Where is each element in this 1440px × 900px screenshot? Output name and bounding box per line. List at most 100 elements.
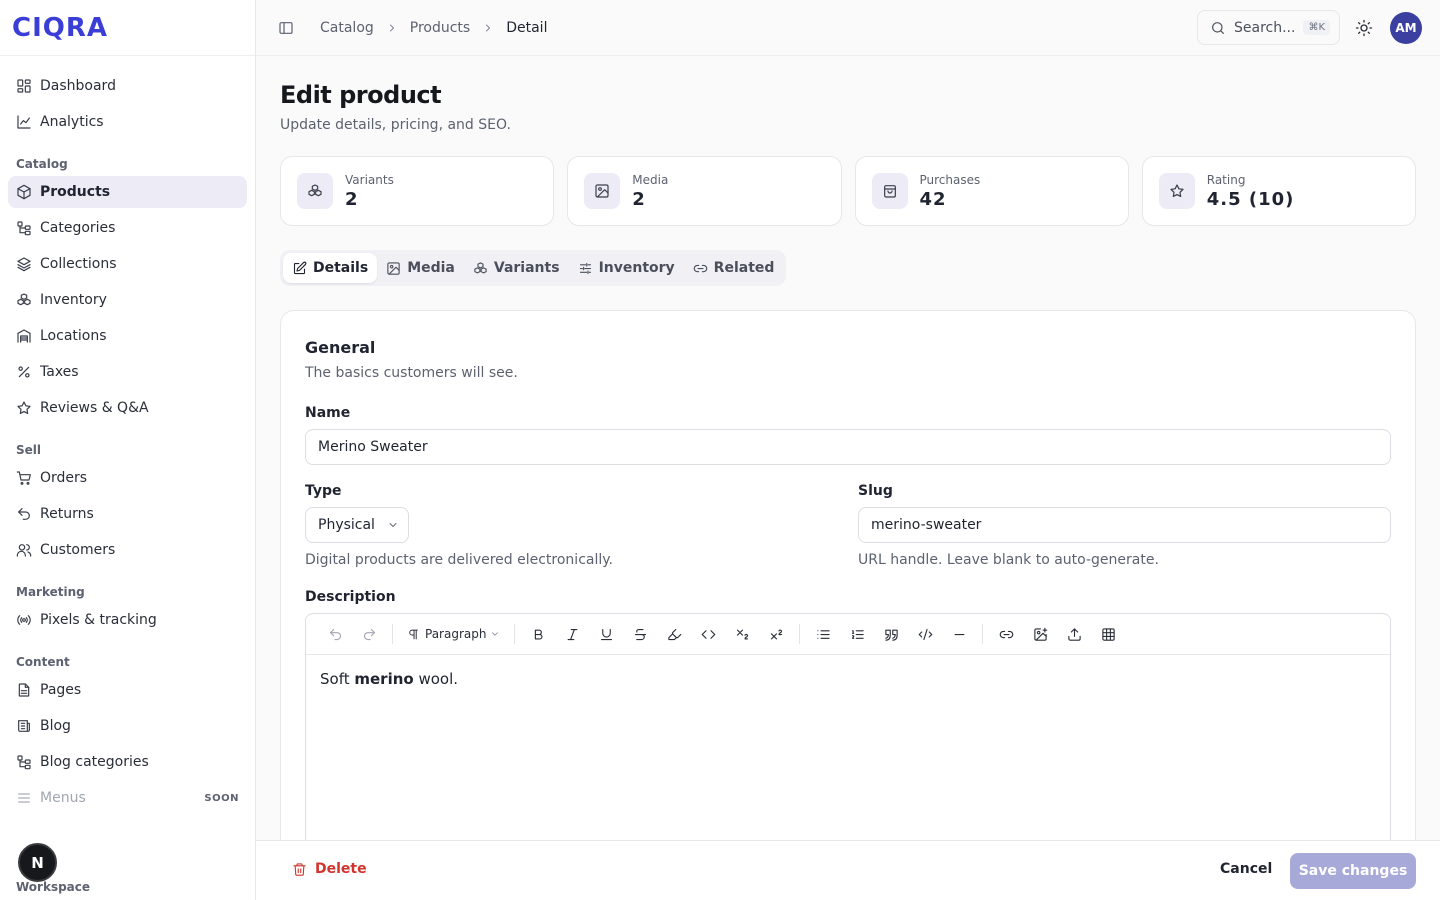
sidebar-item-returns[interactable]: Returns: [8, 498, 247, 530]
stats-row: Variants 2 Media 2 Purchases 42 Rating 4…: [280, 156, 1416, 226]
brand-logo[interactable]: CIQRA: [0, 0, 255, 56]
tab-media[interactable]: Media: [377, 253, 464, 283]
sidebar-nav: Dashboard Analytics Catalog Products Cat…: [0, 70, 255, 814]
upload-icon: [1068, 627, 1081, 641]
toolbar-divider: [799, 624, 801, 644]
table-icon: [1102, 627, 1115, 641]
stat-icon-wrap: [297, 173, 333, 209]
type-select[interactable]: Physical: [305, 507, 409, 543]
underline-button[interactable]: [589, 620, 623, 648]
italic-icon: [567, 628, 578, 640]
blockquote-button[interactable]: [874, 620, 908, 648]
toolbar-divider: [392, 624, 393, 644]
stat-icon-wrap: [1158, 173, 1195, 209]
slug-hint: URL handle. Leave blank to auto-generate…: [858, 552, 1159, 568]
search-button[interactable]: Search... ⌘K: [1197, 10, 1340, 45]
stat-value: 42: [919, 188, 947, 210]
group-label-marketing: Marketing: [16, 585, 85, 599]
name-input[interactable]: Merino Sweater: [305, 429, 1391, 465]
sidebar-item-products[interactable]: Products: [8, 176, 247, 208]
sliders-icon: [579, 262, 591, 274]
insert-table-button[interactable]: [1091, 620, 1125, 648]
underline-icon: [600, 628, 613, 640]
redo-icon: [363, 628, 375, 640]
link-button[interactable]: [989, 620, 1023, 648]
star-icon: [1170, 184, 1184, 198]
delete-button[interactable]: Delete: [292, 861, 367, 877]
sidebar-item-reviews[interactable]: Reviews & Q&A: [8, 392, 247, 424]
link-icon: [693, 264, 707, 272]
sidebar-item-customers[interactable]: Customers: [8, 534, 247, 566]
bullet-list-button[interactable]: [806, 620, 840, 648]
cancel-button[interactable]: Cancel: [1220, 861, 1272, 877]
bold-button[interactable]: [521, 620, 555, 648]
warehouse-icon: [17, 329, 31, 343]
breadcrumb-catalog[interactable]: Catalog: [320, 20, 374, 36]
sidebar-item-dashboard[interactable]: Dashboard: [8, 70, 247, 102]
stat-card-rating: Rating 4.5 (10): [1141, 156, 1416, 226]
italic-button[interactable]: [555, 620, 589, 648]
sidebar-item-label: Blog: [40, 718, 71, 734]
sidebar-item-label: Collections: [40, 256, 117, 272]
breadcrumb-products[interactable]: Products: [410, 20, 470, 36]
code-block-button[interactable]: [908, 620, 942, 648]
sidebar-item-blog[interactable]: Blog: [8, 710, 247, 742]
editor-toolbar: Paragraph: [306, 614, 1390, 655]
editor-content[interactable]: Soft merino wool.: [306, 655, 1390, 703]
avatar[interactable]: AM: [1390, 12, 1422, 44]
sidebar-item-pages[interactable]: Pages: [8, 674, 247, 706]
slug-input[interactable]: merino-sweater: [858, 507, 1391, 543]
group-label-catalog: Catalog: [16, 157, 68, 171]
tab-label: Variants: [493, 260, 560, 276]
superscript-button[interactable]: [759, 620, 793, 648]
sidebar-item-blog-categories[interactable]: Blog categories: [8, 746, 247, 778]
sidebar-item-inventory[interactable]: Inventory: [8, 284, 247, 316]
tab-inventory[interactable]: Inventory: [569, 253, 684, 283]
sidebar-item-label: Returns: [40, 506, 94, 522]
tab-details[interactable]: Details: [283, 253, 378, 283]
sidebar-item-collections[interactable]: Collections: [8, 248, 247, 280]
horizontal-rule-button[interactable]: [942, 620, 976, 648]
paragraph-style-select[interactable]: Paragraph: [399, 620, 508, 648]
chart-line-icon: [17, 115, 31, 129]
description-label: Description: [305, 589, 396, 605]
assistant-button[interactable]: N: [18, 843, 57, 882]
breadcrumb-detail: Detail: [506, 19, 548, 36]
stat-card-variants: Variants 2: [280, 156, 555, 226]
tab-variants[interactable]: Variants: [464, 253, 569, 283]
subscript-button[interactable]: [725, 620, 759, 648]
sidebar-item-orders[interactable]: Orders: [8, 462, 247, 494]
upload-button[interactable]: [1057, 620, 1091, 648]
undo-icon: [18, 508, 30, 520]
image-icon: [387, 261, 400, 275]
sidebar-item-label: Pixels & tracking: [40, 612, 157, 628]
toolbar-divider: [982, 624, 984, 644]
sidebar-item-analytics[interactable]: Analytics: [8, 106, 247, 138]
search-icon: [1212, 21, 1224, 34]
search-placeholder: Search...: [1234, 19, 1296, 36]
inline-code-button[interactable]: [691, 620, 725, 648]
sun-icon[interactable]: [1355, 19, 1373, 37]
sidebar-toggle-icon[interactable]: [278, 20, 294, 36]
type-value: Physical: [318, 517, 375, 533]
save-button[interactable]: Save changes: [1290, 853, 1416, 889]
sidebar-item-locations[interactable]: Locations: [8, 320, 247, 352]
slug-label: Slug: [858, 483, 893, 499]
stat-label: Rating: [1206, 172, 1246, 187]
tree-icon: [17, 221, 31, 236]
tab-related[interactable]: Related: [684, 253, 784, 283]
undo-button[interactable]: [318, 620, 352, 648]
strikethrough-button[interactable]: [623, 620, 657, 648]
sidebar-item-categories[interactable]: Categories: [8, 212, 247, 244]
link-icon: [999, 630, 1014, 638]
ordered-list-button[interactable]: [840, 620, 874, 648]
sidebar-item-pixels[interactable]: Pixels & tracking: [8, 604, 247, 636]
highlighter-icon: [668, 628, 682, 640]
delete-label: Delete: [315, 861, 367, 877]
insert-image-button[interactable]: [1023, 620, 1057, 648]
tab-bar: Details Media Variants Inventory Related: [280, 250, 787, 286]
highlight-button[interactable]: [657, 620, 691, 648]
redo-button[interactable]: [352, 620, 386, 648]
sidebar-item-taxes[interactable]: Taxes: [8, 356, 247, 388]
shopping-bag-icon: [883, 185, 896, 198]
